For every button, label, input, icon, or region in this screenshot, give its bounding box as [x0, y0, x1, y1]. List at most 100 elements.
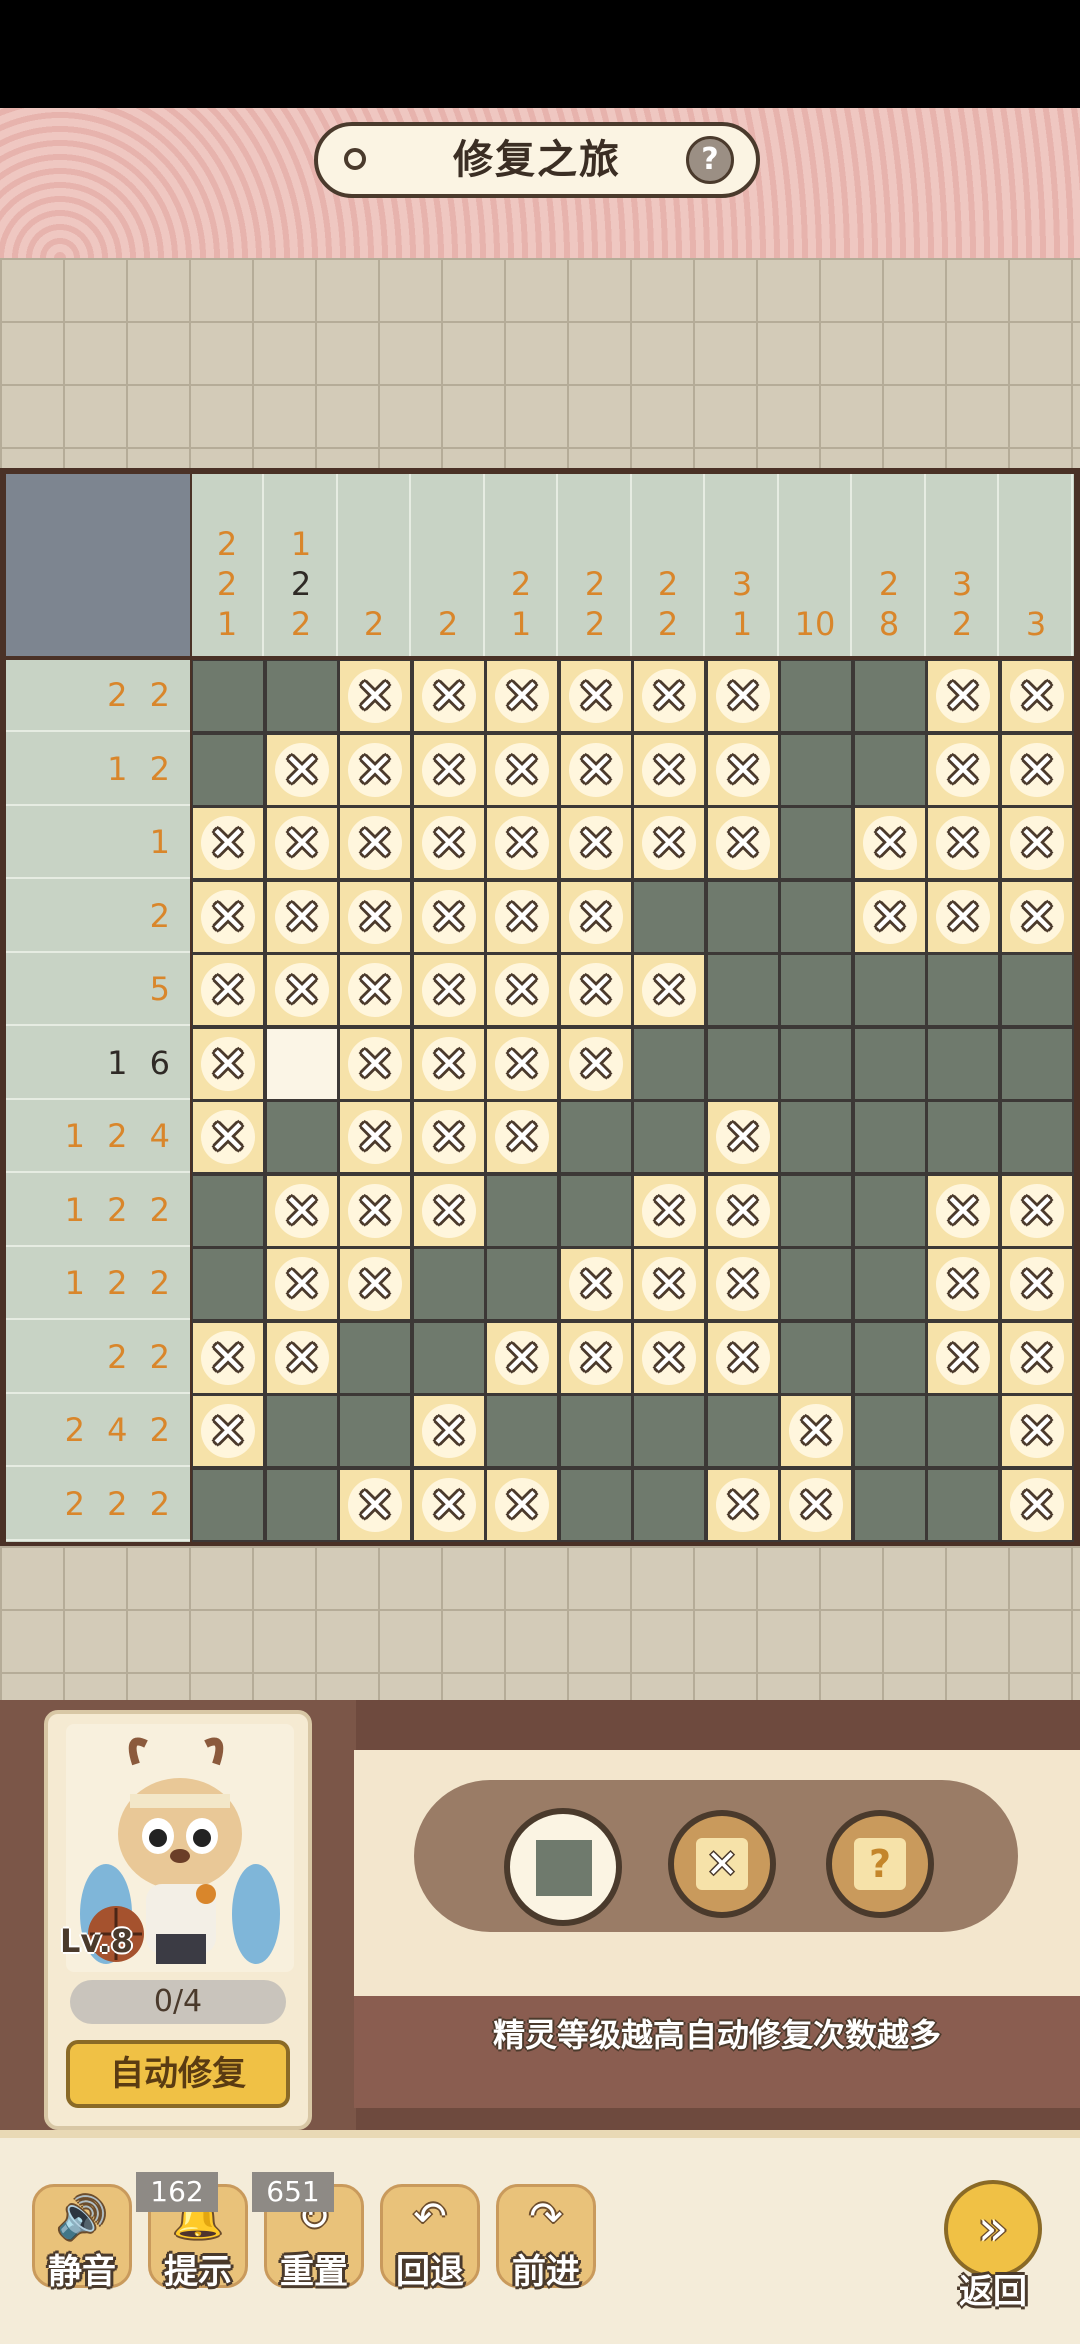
grid-cell-crossed[interactable]: ✕ — [708, 735, 778, 805]
grid-cell-crossed[interactable]: ✕ — [340, 955, 410, 1025]
grid-cell-filled[interactable] — [781, 661, 851, 731]
grid-cell-crossed[interactable]: ✕ — [487, 1029, 557, 1099]
grid-cell-filled[interactable] — [781, 1249, 851, 1319]
grid-cell-crossed[interactable]: ✕ — [634, 1176, 704, 1246]
grid-cell-filled[interactable] — [855, 1029, 925, 1099]
grid-cell-crossed[interactable]: ✕ — [487, 808, 557, 878]
grid-cell-crossed[interactable]: ✕ — [487, 882, 557, 952]
grid-cell-crossed[interactable]: ✕ — [193, 1323, 263, 1393]
grid-cell-filled[interactable] — [634, 1029, 704, 1099]
grid-cell-filled[interactable] — [855, 1249, 925, 1319]
grid-cell-crossed[interactable]: ✕ — [634, 955, 704, 1025]
grid-cell-crossed[interactable]: ✕ — [1002, 1396, 1072, 1466]
grid-cell-crossed[interactable]: ✕ — [634, 1249, 704, 1319]
grid-cell-crossed[interactable]: ✕ — [414, 1470, 484, 1540]
grid-cell-filled[interactable] — [340, 1396, 410, 1466]
grid-cell-filled[interactable] — [414, 1323, 484, 1393]
grid-cell-filled[interactable] — [781, 882, 851, 952]
grid-cell-crossed[interactable]: ✕ — [781, 1470, 851, 1540]
grid-cell-filled[interactable] — [340, 1323, 410, 1393]
grid-cell-filled[interactable] — [781, 1029, 851, 1099]
grid-cell-filled[interactable] — [781, 955, 851, 1025]
grid-cell-crossed[interactable]: ✕ — [781, 1396, 851, 1466]
grid-cell-crossed[interactable]: ✕ — [267, 808, 337, 878]
grid-cell-filled[interactable] — [634, 1470, 704, 1540]
grid-cell-filled[interactable] — [708, 1029, 778, 1099]
grid-cell-crossed[interactable]: ✕ — [561, 1029, 631, 1099]
grid-cell-crossed[interactable]: ✕ — [487, 735, 557, 805]
grid-cell-crossed[interactable]: ✕ — [928, 735, 998, 805]
grid-cell-filled[interactable] — [855, 661, 925, 731]
grid-cell-filled[interactable] — [267, 1470, 337, 1540]
grid-cell-crossed[interactable]: ✕ — [487, 1323, 557, 1393]
grid-cell-filled[interactable] — [561, 1176, 631, 1246]
grid-cell-filled[interactable] — [708, 882, 778, 952]
grid-cell-filled[interactable] — [193, 735, 263, 805]
grid-cell-crossed[interactable]: ✕ — [414, 735, 484, 805]
grid-cell-crossed[interactable]: ✕ — [561, 808, 631, 878]
grid-cell-crossed[interactable]: ✕ — [708, 1102, 778, 1172]
grid-cell-filled[interactable] — [855, 735, 925, 805]
grid-cell-crossed[interactable]: ✕ — [414, 1029, 484, 1099]
grid-cell-filled[interactable] — [1002, 1102, 1072, 1172]
grid-cell-crossed[interactable]: ✕ — [487, 661, 557, 731]
grid-cell-crossed[interactable]: ✕ — [340, 1249, 410, 1319]
grid-cell-crossed[interactable]: ✕ — [487, 955, 557, 1025]
grid-cell-filled[interactable] — [634, 1396, 704, 1466]
grid-cell-filled[interactable] — [928, 1029, 998, 1099]
grid-cell-crossed[interactable]: ✕ — [193, 808, 263, 878]
grid-cell-filled[interactable] — [781, 1102, 851, 1172]
grid-cell-crossed[interactable]: ✕ — [634, 1323, 704, 1393]
grid-cell-filled[interactable] — [561, 1396, 631, 1466]
grid-cell-crossed[interactable]: ✕ — [1002, 1323, 1072, 1393]
grid-cell-crossed[interactable]: ✕ — [267, 1249, 337, 1319]
grid-cell-filled[interactable] — [193, 1176, 263, 1246]
grid-cell-crossed[interactable]: ✕ — [414, 808, 484, 878]
grid-cell-crossed[interactable]: ✕ — [1002, 661, 1072, 731]
grid-cell-filled[interactable] — [267, 1396, 337, 1466]
grid-cell-filled[interactable] — [928, 955, 998, 1025]
grid-cell-crossed[interactable]: ✕ — [561, 1249, 631, 1319]
grid-cell-crossed[interactable]: ✕ — [855, 882, 925, 952]
grid-cell-crossed[interactable]: ✕ — [928, 1176, 998, 1246]
grid-cell-crossed[interactable]: ✕ — [634, 808, 704, 878]
grid-cell-crossed[interactable]: ✕ — [193, 1029, 263, 1099]
grid-cell-filled[interactable] — [781, 1176, 851, 1246]
grid-cell-crossed[interactable]: ✕ — [561, 661, 631, 731]
grid-cell-crossed[interactable]: ✕ — [193, 1102, 263, 1172]
grid-cell-filled[interactable] — [781, 735, 851, 805]
grid-cell-crossed[interactable]: ✕ — [708, 661, 778, 731]
auto-repair-button[interactable]: 自动修复 — [66, 2040, 290, 2108]
grid-cell-filled[interactable] — [1002, 955, 1072, 1025]
grid-cell-crossed[interactable]: ✕ — [414, 1176, 484, 1246]
grid-cell-crossed[interactable]: ✕ — [193, 955, 263, 1025]
grid-cell-crossed[interactable]: ✕ — [561, 1323, 631, 1393]
grid-cell-filled[interactable] — [193, 661, 263, 731]
grid-cell-crossed[interactable]: ✕ — [267, 1323, 337, 1393]
grid-cell-filled[interactable] — [781, 808, 851, 878]
grid-cell-crossed[interactable]: ✕ — [708, 1470, 778, 1540]
grid-cell-filled[interactable] — [487, 1396, 557, 1466]
grid-cell-empty[interactable] — [267, 1029, 337, 1099]
grid-cell-crossed[interactable]: ✕ — [1002, 1470, 1072, 1540]
grid-cell-crossed[interactable]: ✕ — [414, 955, 484, 1025]
grid-cell-crossed[interactable]: ✕ — [340, 1029, 410, 1099]
grid-cell-filled[interactable] — [267, 661, 337, 731]
grid-cell-crossed[interactable]: ✕ — [340, 1102, 410, 1172]
grid-cell-filled[interactable] — [634, 882, 704, 952]
grid-cell-filled[interactable] — [487, 1176, 557, 1246]
grid-cell-crossed[interactable]: ✕ — [267, 955, 337, 1025]
grid-cell-crossed[interactable]: ✕ — [1002, 1249, 1072, 1319]
grid-cell-crossed[interactable]: ✕ — [487, 1102, 557, 1172]
grid-cell-crossed[interactable]: ✕ — [340, 1176, 410, 1246]
grid-cell-filled[interactable] — [855, 1323, 925, 1393]
grid-cell-filled[interactable] — [193, 1249, 263, 1319]
grid-cell-crossed[interactable]: ✕ — [414, 882, 484, 952]
grid-cell-crossed[interactable]: ✕ — [414, 1102, 484, 1172]
grid-cell-crossed[interactable]: ✕ — [340, 735, 410, 805]
grid-cell-crossed[interactable]: ✕ — [708, 1323, 778, 1393]
grid-cell-filled[interactable] — [928, 1396, 998, 1466]
grid-cell-crossed[interactable]: ✕ — [634, 661, 704, 731]
grid-cell-filled[interactable] — [928, 1470, 998, 1540]
grid-cell-crossed[interactable]: ✕ — [193, 1396, 263, 1466]
